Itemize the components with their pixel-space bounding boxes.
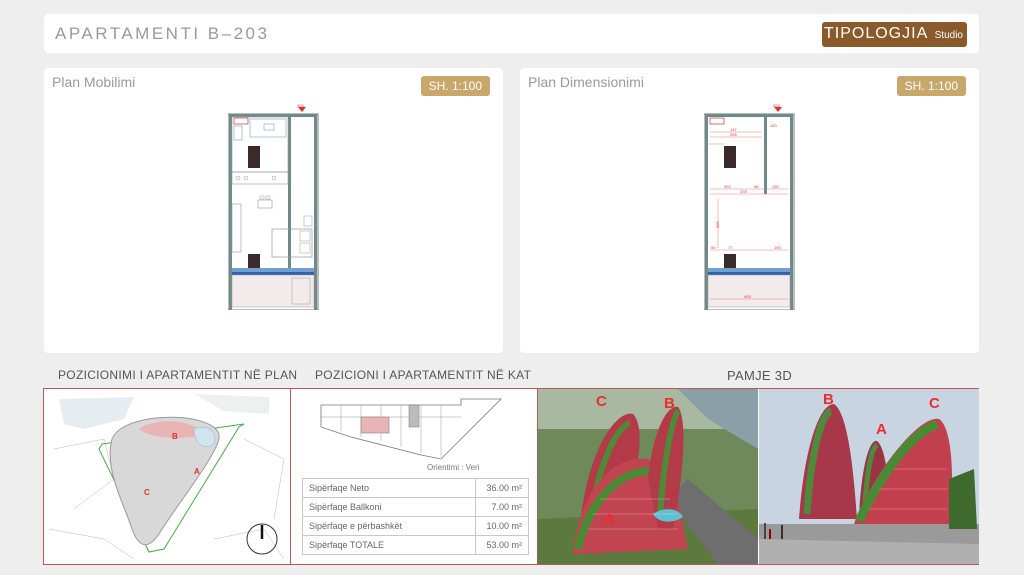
render-left-label-b: B — [664, 395, 675, 412]
table-row: Sipërfaqe Ballkoni 7.00 m² — [302, 497, 529, 517]
area-table: Sipërfaqe Neto 36.00 m² Sipërfaqe Ballko… — [302, 478, 529, 555]
table-row: Sipërfaqe TOTALE 53.00 m² — [302, 535, 529, 555]
orientation-text: Orientimi : Veri — [427, 463, 480, 472]
furniture-plan-marker: 203 — [297, 104, 304, 108]
site-label-b: B — [172, 432, 178, 441]
furniture-plan-scale: SH. 1:100 — [420, 76, 490, 96]
dim-120: 120 — [770, 123, 777, 128]
area-label: Sipërfaqe Ballkoni — [302, 497, 476, 517]
floor-position-panel: Orientimi : Veri Sipërfaqe Neto 36.00 m²… — [291, 389, 537, 564]
section-label-position-floor: POZICIONI I APARTAMENTIT NË KAT — [315, 368, 532, 382]
header-bar: APARTAMENTI B–203 TIPOLOGJIA Studio — [44, 14, 979, 53]
render-aerial-image: C B A — [538, 389, 758, 564]
site-plan-panel: B A C — [44, 389, 290, 564]
furniture-plan-title: Plan Mobilimi — [52, 74, 136, 90]
area-value: 36.00 m² — [475, 478, 529, 498]
area-value: 7.00 m² — [475, 497, 529, 517]
typology-label: TIPOLOGJIA — [824, 25, 929, 42]
dim-378: 378 — [740, 189, 747, 194]
typology-value: Studio — [934, 30, 963, 41]
dimension-floor-plan: 147 206 120 393 98 130 378 520 90 77 100… — [704, 104, 795, 310]
site-label-a: A — [194, 467, 200, 476]
render-left-label-c: C — [596, 393, 607, 410]
dim-403: 403 — [744, 294, 751, 299]
dimension-plan-card: Plan Dimensionimi SH. 1:100 147 206 120 … — [520, 68, 979, 353]
typology-badge: TIPOLOGJIA Studio — [822, 22, 967, 47]
dimension-plan-scale: SH. 1:100 — [896, 76, 966, 96]
furniture-floor-plan: 203 — [228, 104, 319, 310]
render-right-label-c: C — [929, 395, 940, 412]
site-plan: B A C — [44, 389, 290, 564]
area-value: 53.00 m² — [475, 535, 529, 555]
bottom-panels: B A C Orientimi : Veri Sipërfaqe Neto 36… — [43, 388, 979, 565]
table-row: Sipërfaqe Neto 36.00 m² — [302, 478, 529, 498]
render-left-label-a: A — [604, 511, 615, 528]
dim-393: 393 — [724, 184, 731, 189]
section-label-3d-view: PAMJE 3D — [727, 368, 793, 383]
apartment-title: APARTAMENTI B–203 — [55, 24, 270, 43]
dimension-plan-marker: 203 — [773, 104, 780, 108]
furniture-plan-card: Plan Mobilimi SH. 1:100 203 — [44, 68, 503, 353]
site-label-c: C — [144, 488, 150, 497]
render-street-image: B A C — [759, 389, 979, 564]
area-value: 10.00 m² — [475, 516, 529, 536]
render-right-label-b: B — [823, 391, 834, 408]
floor-key-plan — [320, 398, 502, 460]
area-label: Sipërfaqe e përbashkët — [302, 516, 476, 536]
table-row: Sipërfaqe e përbashkët 10.00 m² — [302, 516, 529, 536]
dim-98: 98 — [754, 184, 759, 189]
dim-520: 520 — [715, 221, 720, 228]
dim-130: 130 — [772, 184, 779, 189]
section-label-position-plan: POZICIONIMI I APARTAMENTIT NË PLAN — [58, 368, 298, 382]
render-right-label-a: A — [876, 421, 887, 438]
dim-100: 100 — [774, 245, 781, 250]
dim-90: 90 — [711, 245, 716, 250]
area-label: Sipërfaqe TOTALE — [302, 535, 476, 555]
dimension-plan-title: Plan Dimensionimi — [528, 74, 644, 90]
dim-206: 206 — [730, 132, 737, 137]
area-label: Sipërfaqe Neto — [302, 478, 476, 498]
dim-77: 77 — [728, 245, 733, 250]
